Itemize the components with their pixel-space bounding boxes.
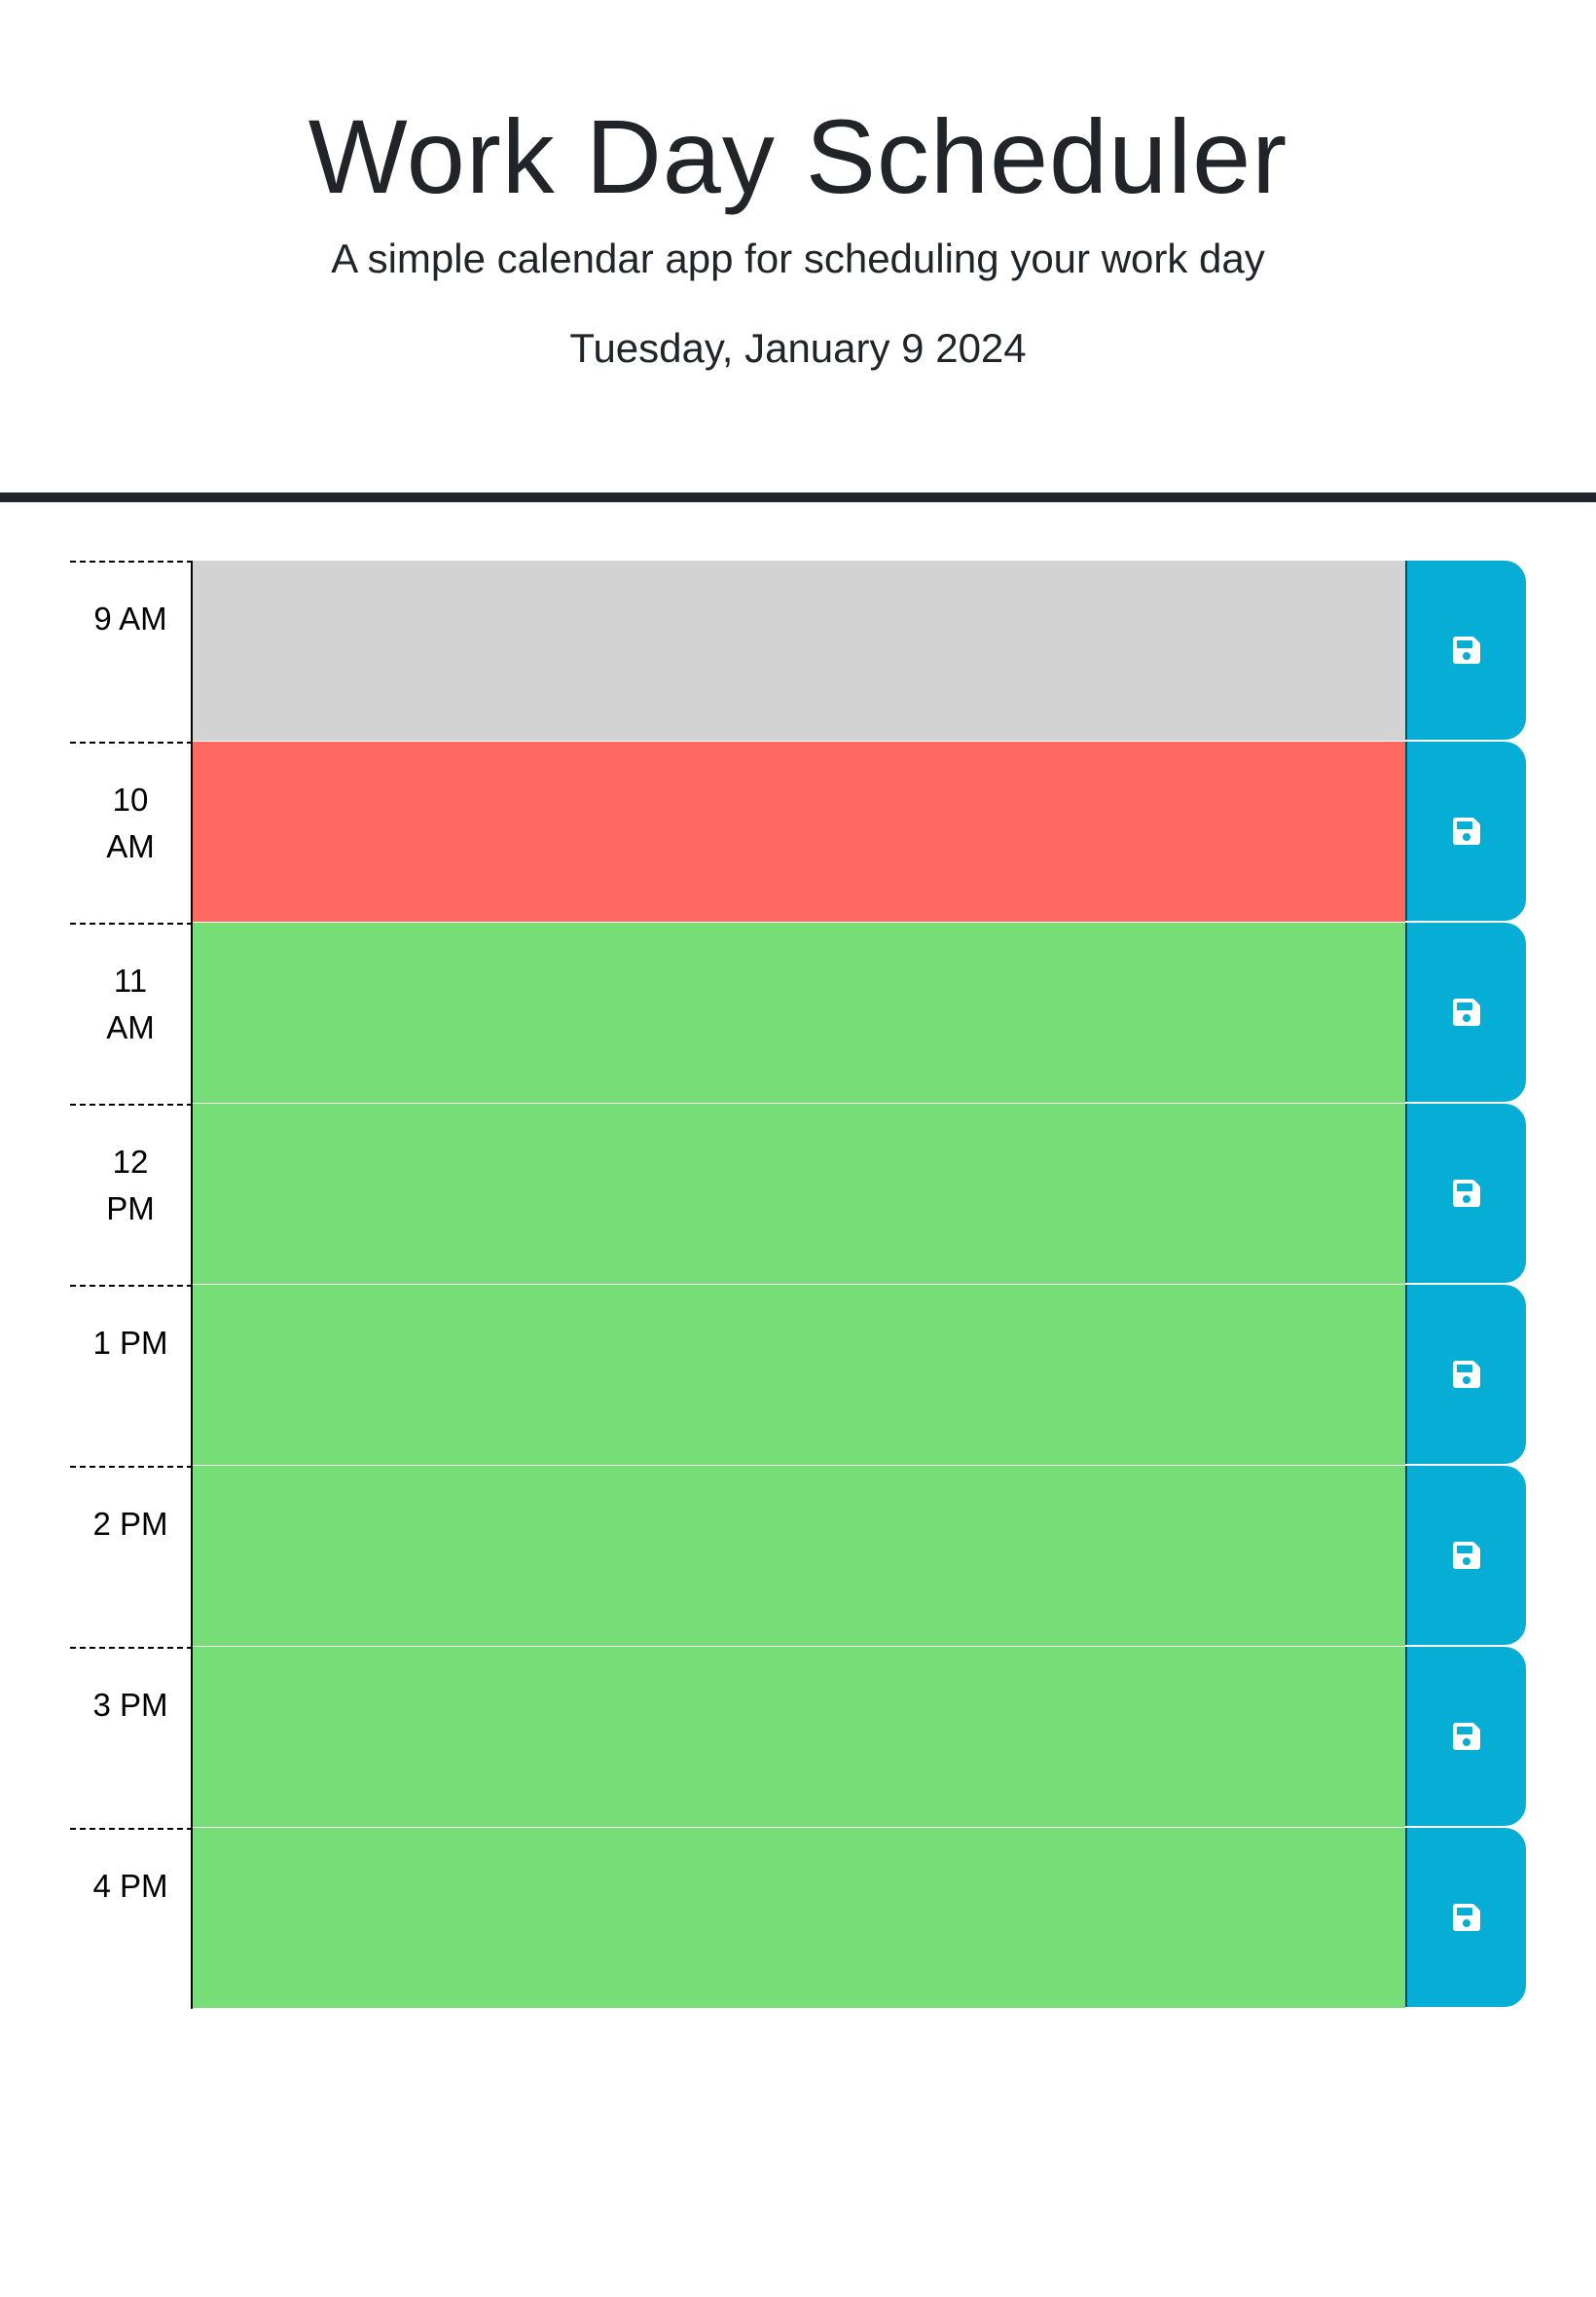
hour-label-text: 9 AM	[93, 601, 167, 637]
event-description-input[interactable]	[193, 923, 1405, 1104]
page-subtitle: A simple calendar app for scheduling you…	[331, 236, 1265, 281]
event-description-input[interactable]	[193, 1104, 1405, 1285]
hour-label-text: 11 AM	[106, 963, 155, 1045]
save-button[interactable]	[1405, 1285, 1526, 1464]
time-block-10am: 10 AM	[0, 742, 1596, 923]
page-title: Work Day Scheduler	[308, 97, 1288, 215]
event-description-input[interactable]	[193, 1647, 1405, 1828]
save-button[interactable]	[1405, 742, 1526, 921]
hour-label-text: 12 PM	[106, 1144, 155, 1226]
floppy-disk-icon	[1453, 1180, 1480, 1207]
hour-label: 3 PM	[70, 1647, 193, 1828]
save-button[interactable]	[1405, 1828, 1526, 2007]
hour-label-text: 3 PM	[92, 1687, 168, 1723]
hour-label-text: 4 PM	[92, 1868, 168, 1904]
hour-label: 12 PM	[70, 1104, 193, 1285]
time-block-12pm: 12 PM	[0, 1104, 1596, 1285]
hour-label-text: 1 PM	[92, 1325, 168, 1361]
time-block-3pm: 3 PM	[0, 1647, 1596, 1828]
floppy-disk-icon	[1453, 818, 1480, 845]
save-button[interactable]	[1405, 1647, 1526, 1826]
event-description-input[interactable]	[193, 561, 1405, 742]
floppy-disk-icon	[1453, 1542, 1480, 1569]
hour-label: 9 AM	[70, 561, 193, 742]
event-description-input[interactable]	[193, 742, 1405, 923]
current-date: Tuesday, January 9 2024	[569, 325, 1027, 371]
hour-label-text: 10 AM	[106, 782, 155, 864]
time-block-9am: 9 AM	[0, 561, 1596, 742]
floppy-disk-icon	[1453, 1361, 1480, 1388]
floppy-disk-icon	[1453, 1723, 1480, 1750]
save-button[interactable]	[1405, 561, 1526, 740]
save-button[interactable]	[1405, 923, 1526, 1102]
event-description-input[interactable]	[193, 1828, 1405, 2009]
time-block-1pm: 1 PM	[0, 1285, 1596, 1466]
hour-label: 10 AM	[70, 742, 193, 923]
time-block-4pm: 4 PM	[0, 1828, 1596, 2009]
save-button[interactable]	[1405, 1466, 1526, 1645]
event-description-input[interactable]	[193, 1285, 1405, 1466]
time-block-2pm: 2 PM	[0, 1466, 1596, 1647]
floppy-disk-icon	[1453, 1904, 1480, 1931]
event-description-input[interactable]	[193, 1466, 1405, 1647]
floppy-disk-icon	[1453, 637, 1480, 664]
save-button[interactable]	[1405, 1104, 1526, 1283]
hour-label: 11 AM	[70, 923, 193, 1104]
page-header: Work Day Scheduler A simple calendar app…	[0, 0, 1596, 502]
hour-label: 1 PM	[70, 1285, 193, 1466]
schedule-container: 9 AM 10 AM 11 AM 12 PM 1 PM 2 PM 3 PM 4 …	[0, 561, 1596, 2009]
time-block-11am: 11 AM	[0, 923, 1596, 1104]
hour-label: 2 PM	[70, 1466, 193, 1647]
hour-label: 4 PM	[70, 1828, 193, 2009]
floppy-disk-icon	[1453, 999, 1480, 1026]
hour-label-text: 2 PM	[92, 1506, 168, 1542]
